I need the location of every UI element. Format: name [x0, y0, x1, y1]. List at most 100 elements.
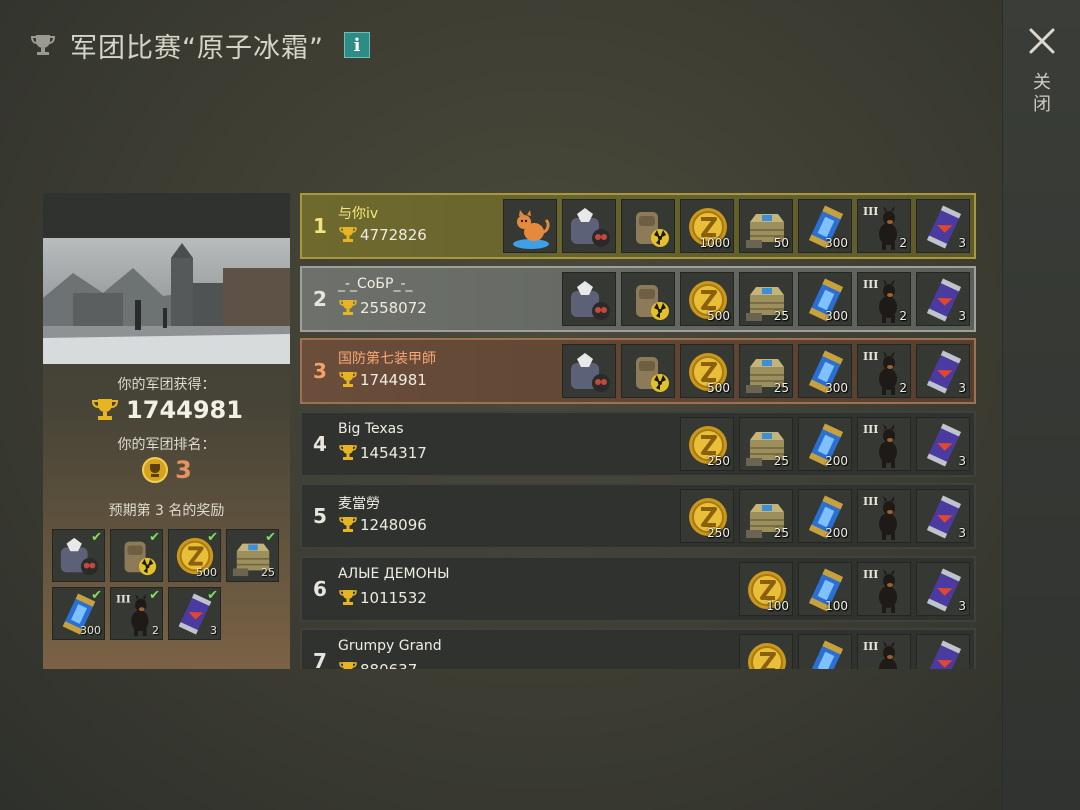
- summary-header: [43, 193, 290, 238]
- leaderboard-row[interactable]: 3 国防第七装甲師 1744981 500 25 300 III 2 3: [300, 338, 976, 404]
- reward-item[interactable]: 100: [798, 561, 852, 616]
- reward-item[interactable]: 3: [916, 561, 970, 616]
- close-button-label[interactable]: 关闭: [1030, 72, 1053, 116]
- points-value: 880637: [360, 661, 417, 669]
- reward-item[interactable]: 200: [798, 489, 852, 543]
- checkmark-icon: ✔: [91, 588, 102, 603]
- reward-item[interactable]: 100: [739, 561, 793, 616]
- leaderboard[interactable]: 1 与你iv 4772826 1000 50 300 III 2 3 2 _-_СоБР_-_ 255…: [300, 193, 976, 669]
- close-icon[interactable]: [1025, 24, 1059, 58]
- close-panel: 关闭: [1002, 0, 1080, 810]
- reward-item[interactable]: 500 ✔: [168, 529, 221, 582]
- gold-trophy-icon: [92, 399, 119, 420]
- reward-quantity: 50: [773, 236, 789, 250]
- alliance-name: _-_СоБР_-_: [338, 275, 413, 292]
- reward-item[interactable]: 200: [798, 416, 852, 471]
- reward-item[interactable]: [621, 271, 675, 326]
- leaderboard-row[interactable]: 4 Big Texas 1454317 250 25 200 III 3: [300, 410, 976, 477]
- rank-label: 你的军团排名：: [117, 437, 216, 453]
- leaderboard-row[interactable]: 6 АЛЫЕ ДЕМОНЫ 1011532 100 100 III 3: [300, 555, 976, 622]
- points-value: 2558072: [360, 298, 427, 317]
- reward-item[interactable]: [562, 344, 616, 398]
- earned-label: 你的军团获得：: [117, 377, 216, 393]
- leaderboard-row[interactable]: 1 与你iv 4772826 1000 50 300 III 2 3: [300, 193, 976, 259]
- reward-item[interactable]: 500: [680, 344, 734, 398]
- reward-item[interactable]: 3: [916, 344, 970, 398]
- reward-item[interactable]: 3: [916, 489, 970, 543]
- dog-badge-icon: III: [863, 423, 897, 468]
- alliance-name: Grumpy Grand: [338, 638, 442, 654]
- leaderboard-row[interactable]: 7 Grumpy Grand 880637 III: [300, 628, 976, 669]
- reward-quantity: 3: [958, 453, 966, 468]
- mask-vest-icon: [571, 280, 610, 320]
- reward-item[interactable]: 300 ✔: [52, 587, 105, 640]
- trophy-points-icon: [339, 372, 357, 387]
- blue-canister-icon: [810, 640, 844, 669]
- reward-item[interactable]: [621, 199, 675, 253]
- earned-points-row: 1744981: [43, 396, 290, 424]
- reward-item[interactable]: [916, 634, 970, 669]
- svg-text:III: III: [863, 278, 878, 291]
- reward-item[interactable]: III: [857, 489, 911, 543]
- reward-item[interactable]: 250: [680, 489, 734, 543]
- reward-quantity: 500: [707, 308, 730, 323]
- reward-item[interactable]: III: [857, 561, 911, 616]
- reward-item[interactable]: [739, 634, 793, 669]
- reward-item[interactable]: 3 ✔: [168, 587, 221, 640]
- reward-item[interactable]: 50: [739, 199, 793, 253]
- reward-item[interactable]: 3: [916, 271, 970, 326]
- points-value: 4772826: [360, 226, 427, 244]
- reward-item[interactable]: 25: [739, 344, 793, 398]
- reward-quantity: 300: [825, 381, 848, 395]
- trophy-points-icon: [339, 444, 357, 460]
- reward-item[interactable]: [798, 634, 852, 669]
- reward-quantity: 100: [825, 598, 848, 613]
- reward-item[interactable]: ✔: [110, 529, 163, 582]
- reward-quantity: 3: [958, 308, 966, 323]
- reward-item[interactable]: III 2: [857, 199, 911, 253]
- reward-quantity: 3: [958, 526, 966, 540]
- trophy-points-icon: [339, 517, 357, 532]
- reward-item[interactable]: 25: [739, 416, 793, 471]
- alliance-name: 国防第七装甲師: [338, 351, 436, 367]
- reward-item[interactable]: III 2: [857, 344, 911, 398]
- dog-badge-icon: III: [863, 495, 897, 540]
- reward-item[interactable]: 3: [916, 416, 970, 471]
- info-button[interactable]: i: [343, 32, 370, 58]
- reward-item[interactable]: [621, 344, 675, 398]
- reward-item[interactable]: 25: [739, 271, 793, 326]
- reward-item[interactable]: III: [857, 416, 911, 471]
- reward-item[interactable]: 250: [680, 416, 734, 471]
- reward-quantity: 2: [899, 308, 907, 323]
- row-rank: 4: [313, 431, 327, 456]
- reward-item[interactable]: III 2: [857, 271, 911, 326]
- reward-item[interactable]: 25 ✔: [226, 529, 279, 582]
- leaderboard-row[interactable]: 5 麦當勞 1248096 250 25 200 III 3: [300, 483, 976, 549]
- row-rewards: 500 25 300 III 2 3: [562, 271, 970, 326]
- reward-item[interactable]: 3: [916, 199, 970, 253]
- reward-item[interactable]: 1000: [680, 199, 734, 253]
- earned-points-value: 1744981: [126, 396, 243, 424]
- reward-item[interactable]: 300: [798, 199, 852, 253]
- leaderboard-row[interactable]: 2 _-_СоБР_-_ 2558072 500 25 300 III 2 3: [300, 265, 976, 332]
- reward-item[interactable]: III 2 ✔: [110, 587, 163, 640]
- reward-item[interactable]: ✔: [52, 529, 105, 582]
- svg-text:III: III: [116, 594, 131, 606]
- reward-item[interactable]: 300: [798, 344, 852, 398]
- reward-quantity: 300: [825, 236, 848, 250]
- row-rank: 3: [313, 359, 327, 383]
- reward-item[interactable]: [503, 199, 557, 253]
- reward-item[interactable]: 300: [798, 271, 852, 326]
- reward-item[interactable]: [562, 199, 616, 253]
- row-rank: 2: [313, 286, 327, 311]
- checkmark-icon: ✔: [207, 530, 218, 545]
- alliance-name: 麦當勞: [338, 496, 380, 512]
- reward-item[interactable]: 500: [680, 271, 734, 326]
- reward-item[interactable]: III: [857, 634, 911, 669]
- rank-medal-icon: [142, 457, 169, 483]
- alliance-name: Big Texas: [338, 420, 404, 437]
- reward-item[interactable]: [562, 271, 616, 326]
- reward-item[interactable]: 25: [739, 489, 793, 543]
- svg-text:III: III: [863, 350, 878, 363]
- reward-quantity: 300: [80, 624, 101, 637]
